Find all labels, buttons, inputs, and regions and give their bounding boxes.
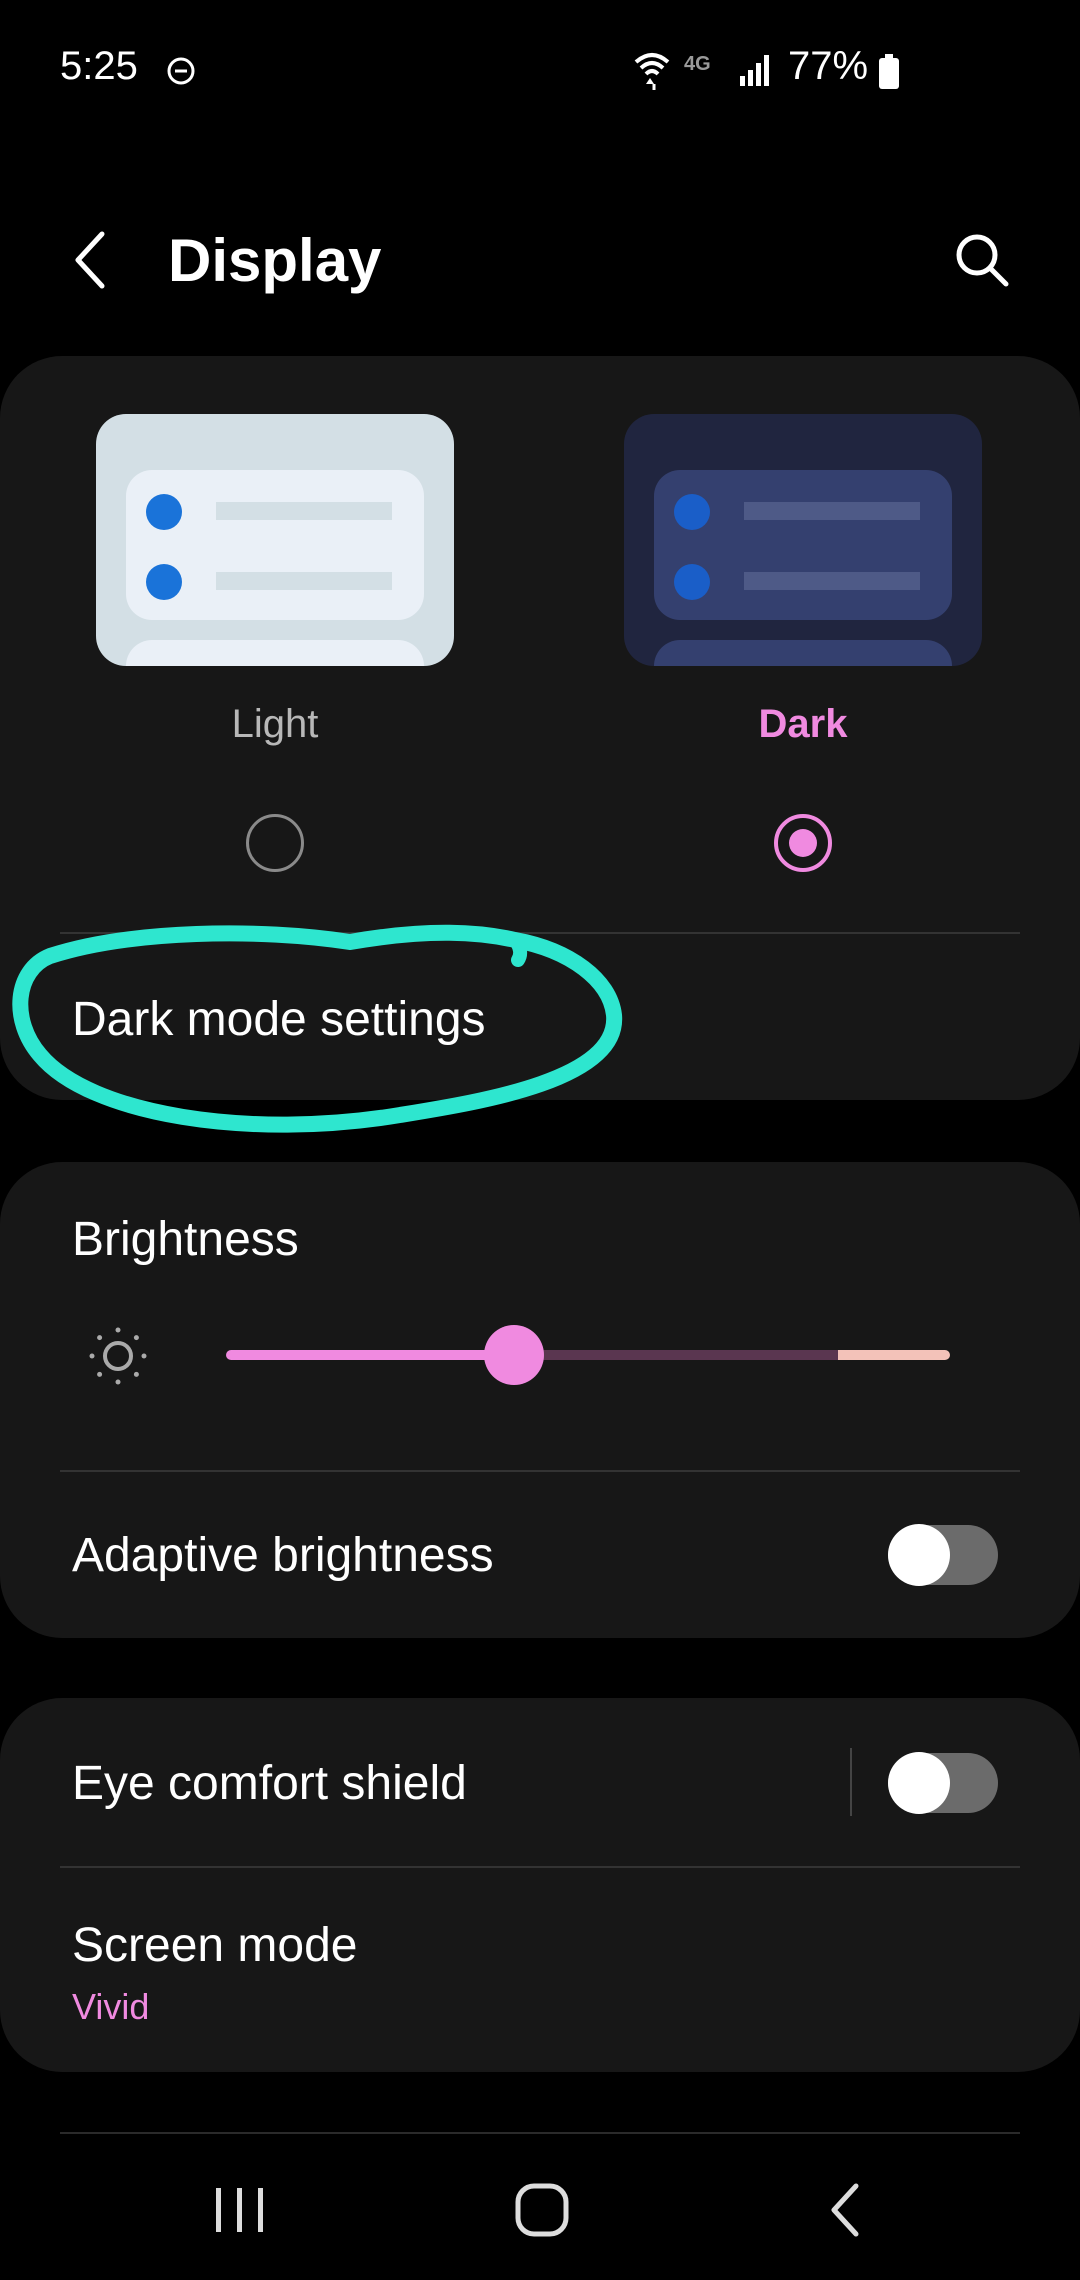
brightness-slider-track[interactable] bbox=[514, 1350, 838, 1360]
preview-dot bbox=[674, 494, 710, 530]
eye-comfort-shield-toggle[interactable] bbox=[888, 1752, 998, 1814]
dark-theme-preview[interactable] bbox=[624, 414, 982, 666]
toggle-knob bbox=[888, 1524, 950, 1586]
dark-theme-radio[interactable] bbox=[774, 814, 832, 872]
light-theme-radio[interactable] bbox=[246, 814, 304, 872]
battery-icon bbox=[879, 54, 899, 89]
preview-line bbox=[216, 572, 392, 590]
search-icon[interactable] bbox=[952, 230, 1012, 290]
recents-icon[interactable] bbox=[212, 2184, 268, 2236]
preview-line bbox=[744, 502, 920, 520]
brightness-label: Brightness bbox=[72, 1213, 299, 1266]
dark-theme-label: Dark bbox=[758, 702, 848, 746]
back-arrow-icon[interactable] bbox=[66, 224, 114, 296]
page-title: Display bbox=[168, 227, 382, 294]
toggle-knob bbox=[888, 1752, 950, 1814]
preview-line bbox=[744, 572, 920, 590]
battery-percent: 77% bbox=[788, 44, 869, 88]
home-icon[interactable] bbox=[514, 2182, 570, 2238]
vertical-separator bbox=[850, 1748, 852, 1816]
network-type-label: 4G bbox=[684, 53, 711, 75]
lte-icon: 4G bbox=[684, 53, 711, 75]
divider bbox=[60, 1470, 1020, 1472]
signal-icon bbox=[740, 55, 769, 86]
annotation-circle bbox=[12, 924, 623, 1133]
light-theme-preview[interactable] bbox=[96, 414, 454, 666]
sun-icon bbox=[89, 1327, 147, 1385]
eye-comfort-shield-item[interactable]: Eye comfort shield bbox=[72, 1756, 467, 1811]
preview-dot bbox=[146, 494, 182, 530]
wifi-icon bbox=[634, 53, 670, 90]
nav-back-icon[interactable] bbox=[826, 2180, 866, 2240]
adaptive-brightness-toggle[interactable] bbox=[888, 1524, 998, 1586]
preview-panel bbox=[654, 470, 952, 620]
preview-panel bbox=[126, 470, 424, 620]
do-not-disturb-icon bbox=[167, 57, 195, 85]
brightness-slider-thumb[interactable] bbox=[484, 1325, 544, 1385]
divider bbox=[60, 2132, 1020, 2134]
divider bbox=[60, 1866, 1020, 1868]
preview-dot bbox=[674, 564, 710, 600]
screen-mode-item[interactable]: Screen mode bbox=[72, 1918, 358, 1973]
brightness-slider-extra-range bbox=[838, 1350, 950, 1360]
preview-panel bbox=[126, 640, 424, 666]
light-theme-label: Light bbox=[231, 702, 319, 746]
status-time: 5:25 bbox=[60, 44, 138, 88]
preview-line bbox=[216, 502, 392, 520]
brightness-slider-fill bbox=[226, 1350, 514, 1360]
preview-dot bbox=[146, 564, 182, 600]
adaptive-brightness-label: Adaptive brightness bbox=[72, 1529, 494, 1582]
screen-mode-value: Vivid bbox=[72, 1986, 150, 2027]
preview-panel bbox=[654, 640, 952, 666]
